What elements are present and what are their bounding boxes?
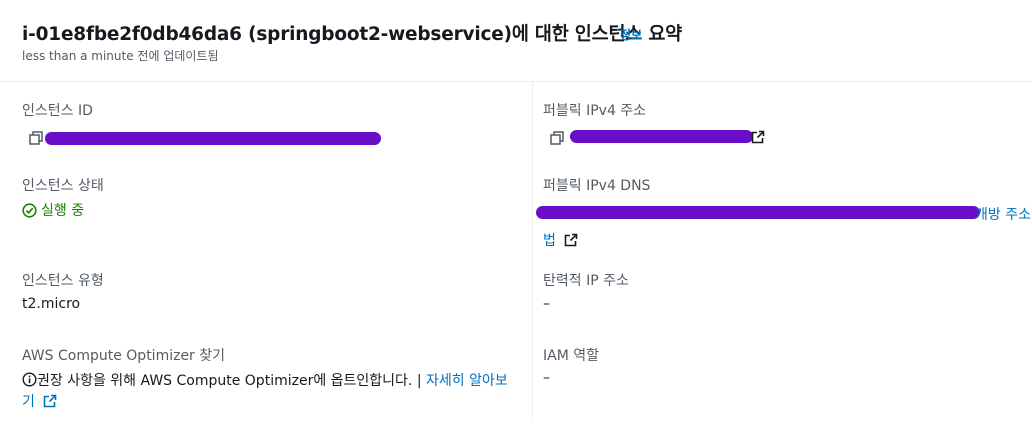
status-check-icon — [22, 203, 37, 218]
learn-more-link[interactable]: 자세히 알아보 — [426, 373, 508, 389]
page-title: i-01e8fbe2f0db46da6 (springboot2-webserv… — [22, 24, 682, 45]
info-link[interactable]: 정보 — [620, 26, 642, 43]
public-dns-link-tail[interactable]: 법 — [543, 233, 556, 249]
instance-type-label: 인스턴스 유형 — [22, 273, 104, 289]
learn-more-link-continued[interactable]: 기 — [22, 391, 57, 411]
public-ipv4-label: 퍼블릭 IPv4 주소 — [543, 103, 647, 119]
column-divider — [532, 82, 533, 418]
public-dns-link[interactable]: 개방 주소 — [975, 204, 1031, 224]
instance-id-label: 인스턴스 ID — [22, 103, 93, 119]
copy-icon[interactable] — [550, 131, 564, 145]
public-dns-redacted — [536, 206, 980, 219]
external-link-icon[interactable] — [751, 130, 765, 144]
instance-state-text: 실행 중 — [41, 203, 85, 219]
external-link-icon[interactable] — [43, 394, 57, 408]
public-ipv4-redacted — [570, 130, 753, 143]
last-updated-text: less than a minute 전에 업데이트됨 — [22, 49, 219, 63]
optimizer-message: 권장 사항을 위해 AWS Compute Optimizer에 옵트인합니다.… — [37, 373, 422, 389]
compute-optimizer-label: AWS Compute Optimizer 찾기 — [22, 348, 226, 364]
instance-state-label: 인스턴스 상태 — [22, 178, 104, 194]
copy-icon[interactable] — [29, 131, 43, 145]
elastic-ip-label: 탄력적 IP 주소 — [543, 273, 629, 289]
instance-id-redacted — [45, 132, 381, 145]
instance-state-value: 실행 중 — [22, 200, 84, 220]
public-dns-link-continued[interactable]: 법 — [543, 230, 578, 250]
iam-role-value: – — [543, 370, 550, 386]
elastic-ip-value: – — [543, 296, 550, 312]
public-dns-label: 퍼블릭 IPv4 DNS — [543, 178, 651, 194]
learn-more-link-tail[interactable]: 기 — [22, 394, 35, 410]
compute-optimizer-text: 권장 사항을 위해 AWS Compute Optimizer에 옵트인합니다.… — [22, 370, 508, 390]
instance-type-value: t2.micro — [22, 296, 81, 312]
iam-role-label: IAM 역할 — [543, 348, 599, 364]
info-icon — [22, 372, 37, 387]
external-link-icon[interactable] — [564, 233, 578, 247]
summary-header: i-01e8fbe2f0db46da6 (springboot2-webserv… — [0, 0, 1032, 82]
